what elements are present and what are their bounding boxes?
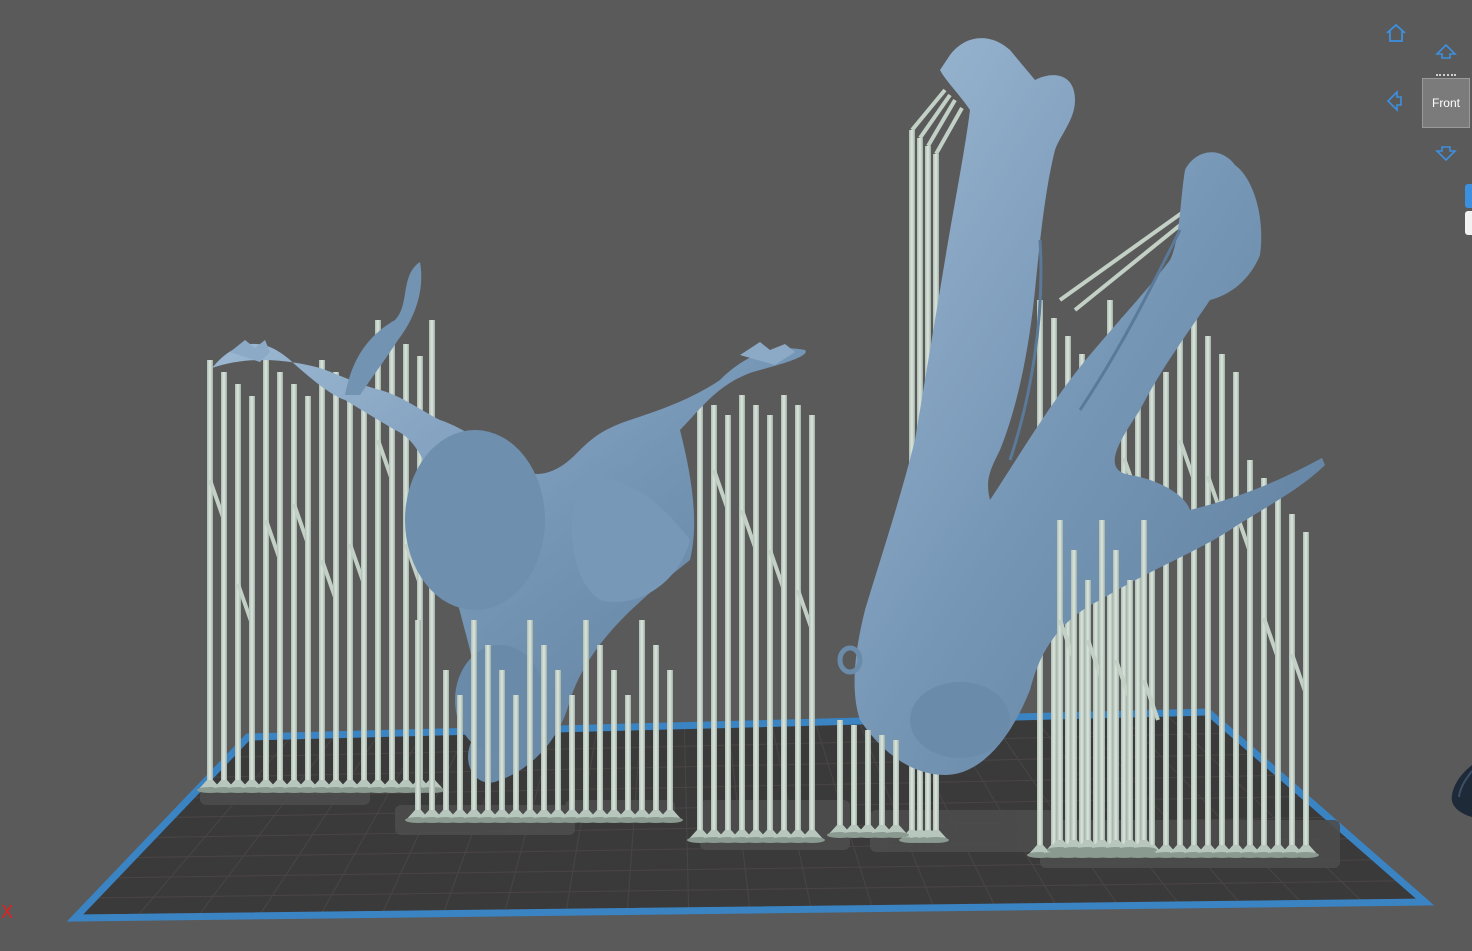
support-pillar	[1099, 520, 1105, 850]
support-pillar	[1127, 580, 1133, 850]
view-cube-front-face[interactable]: Front	[1422, 78, 1470, 128]
support-pillar	[1085, 580, 1091, 850]
view-down-button[interactable]	[1433, 141, 1459, 167]
support-pillar	[781, 395, 787, 840]
support-pillar	[639, 620, 645, 820]
support-pillar	[319, 360, 325, 790]
arrow-down-icon	[1435, 146, 1457, 162]
support-pillar	[1289, 514, 1295, 855]
support-pillar	[457, 695, 463, 820]
support-pillar	[767, 415, 773, 840]
view-up-button[interactable]	[1433, 38, 1459, 64]
support-pillar	[1205, 336, 1211, 855]
support-pillar	[221, 372, 227, 790]
support-pillar	[1303, 532, 1309, 855]
support-pillar	[879, 735, 885, 835]
offscreen-model-edge	[1451, 765, 1472, 817]
support-pillar	[1113, 550, 1119, 850]
support-pillar	[291, 384, 297, 790]
support-pillar	[485, 645, 491, 820]
support-pillar	[347, 384, 353, 790]
support-base	[657, 817, 683, 823]
support-pillar	[1219, 354, 1225, 855]
support-pillar	[893, 740, 899, 835]
side-panel-tab-active[interactable]	[1465, 184, 1472, 208]
support-pillar	[809, 415, 815, 840]
side-panel-tab[interactable]	[1465, 211, 1472, 235]
support-pillar	[1275, 496, 1281, 855]
support-base	[883, 832, 909, 838]
support-pillar	[471, 620, 477, 820]
support-pillar	[851, 725, 857, 835]
view-left-button[interactable]	[1381, 88, 1407, 114]
support-pillar	[333, 372, 339, 790]
support-pillar	[249, 396, 255, 790]
support-pillar	[865, 730, 871, 835]
support-pillar	[795, 405, 801, 840]
support-pillar	[625, 695, 631, 820]
support-pillar	[361, 396, 367, 790]
3d-viewport[interactable]	[0, 0, 1472, 951]
support-pillar	[513, 695, 519, 820]
support-pillar	[541, 645, 547, 820]
support-pillar	[837, 720, 843, 835]
support-pillar	[1233, 372, 1239, 855]
support-base	[1131, 847, 1157, 853]
support-pillar	[739, 395, 745, 840]
arrow-up-icon	[1435, 43, 1457, 59]
home-view-button[interactable]	[1383, 20, 1409, 46]
support-pillar	[583, 620, 589, 820]
support-pillar	[725, 415, 731, 840]
support-pillar	[753, 405, 759, 840]
support-brace	[934, 107, 964, 155]
support-pillar	[653, 645, 659, 820]
support-base	[799, 837, 825, 843]
support-pillar	[1261, 478, 1267, 855]
arrow-left-icon	[1386, 90, 1402, 112]
support-pillar	[527, 620, 533, 820]
support-pillar	[263, 360, 269, 790]
scene	[66, 38, 1435, 922]
view-cube-label: Front	[1431, 96, 1460, 110]
support-structures	[197, 88, 1319, 858]
support-pillar	[611, 670, 617, 820]
support-pillar	[667, 670, 673, 820]
support-pillar	[443, 670, 449, 820]
support-pillar	[1177, 300, 1183, 855]
home-icon	[1386, 23, 1406, 42]
support-pillar	[597, 645, 603, 820]
support-pillar	[1247, 460, 1253, 855]
support-pillar	[207, 360, 213, 790]
support-pillar	[1071, 550, 1077, 850]
support-pillar	[277, 372, 283, 790]
support-pillar	[697, 395, 703, 840]
support-pillar	[555, 670, 561, 820]
support-pillar	[1057, 520, 1063, 850]
support-pillar	[499, 670, 505, 820]
support-pillar	[429, 645, 435, 820]
x-axis-label: X	[1, 902, 14, 923]
support-base	[1293, 852, 1319, 858]
support-pillar	[305, 396, 311, 790]
support-base	[923, 837, 949, 843]
support-pillar	[415, 620, 421, 820]
support-pillar	[1149, 354, 1155, 855]
support-pillar	[1191, 318, 1197, 855]
support-pillar	[569, 695, 575, 820]
support-pillar	[1163, 372, 1169, 855]
